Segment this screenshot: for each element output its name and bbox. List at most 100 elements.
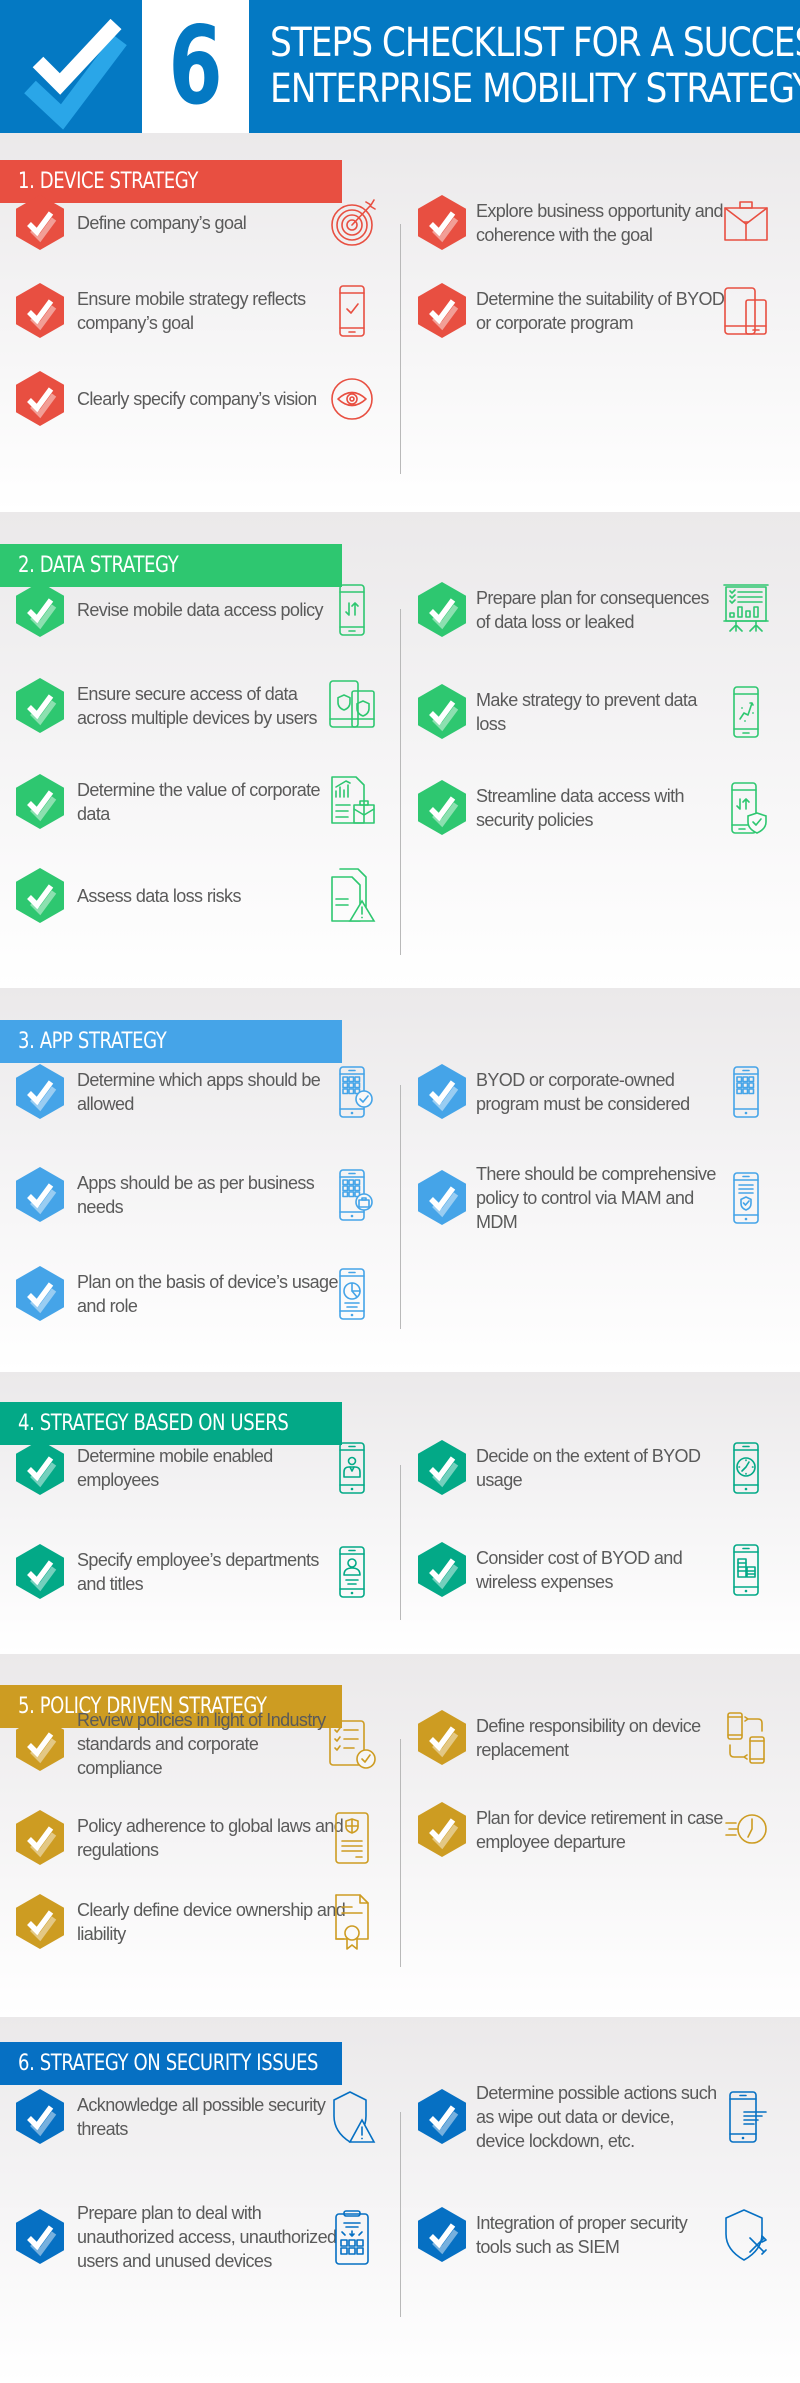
checklist-item: Prepare plan for consequences of data lo… bbox=[418, 582, 788, 638]
section-2: 2. DATA STRATEGY Revise mobile data acce… bbox=[0, 512, 800, 988]
phone-apps-briefcase-icon bbox=[328, 1166, 376, 1224]
checklist-item: Clearly define device ownership and liab… bbox=[16, 1894, 386, 1950]
phone-check-icon bbox=[328, 282, 376, 340]
checklist-item: Consider cost of BYOD and wireless expen… bbox=[418, 1542, 788, 1598]
tablet-phone-icon bbox=[722, 282, 770, 340]
document-warning-icon bbox=[328, 867, 376, 925]
section-title: 1. DEVICE STRATEGY bbox=[18, 169, 198, 194]
header-banner: 6 STEPS CHECKLIST FOR A SUCCESSFUL ENTER… bbox=[0, 0, 800, 133]
hexagon-check-icon bbox=[16, 1810, 64, 1865]
column-divider bbox=[400, 224, 401, 474]
checklist-item: Decide on the extent of BYOD usage bbox=[418, 1440, 788, 1496]
section-header: 4. STRATEGY BASED ON USERS bbox=[0, 1402, 342, 1445]
hexagon-check-icon bbox=[16, 582, 64, 637]
hexagon-check-icon bbox=[418, 283, 466, 338]
checklist-item-text: Define responsibility on device replacem… bbox=[476, 1716, 701, 1760]
section-1: 1. DEVICE STRATEGY Define company’s goal… bbox=[0, 133, 800, 512]
clipboard-grid-icon bbox=[328, 2208, 376, 2266]
checklist-item: Determine mobile enabled employees bbox=[16, 1440, 386, 1496]
hexagon-check-icon bbox=[16, 1167, 64, 1222]
checklist-item: Apps should be as per business needs bbox=[16, 1167, 386, 1223]
checklist-item-text: Ensure secure access of data across mult… bbox=[77, 684, 318, 728]
phone-apps-check-icon bbox=[328, 1063, 376, 1121]
checklist-item-text: Ensure mobile strategy reflects company’… bbox=[77, 289, 306, 333]
phone-wipe-icon bbox=[722, 2088, 770, 2146]
phone-profile-icon bbox=[328, 1543, 376, 1601]
hexagon-check-icon bbox=[418, 2089, 466, 2144]
hexagon-check-icon bbox=[418, 684, 466, 739]
checklist-item-text: Apps should be as per business needs bbox=[77, 1173, 315, 1217]
hexagon-check-icon bbox=[418, 1064, 466, 1119]
hexagon-check-icon bbox=[418, 582, 466, 637]
report-briefcase-icon bbox=[328, 773, 376, 831]
column-divider bbox=[400, 1465, 401, 1620]
hexagon-check-icon bbox=[16, 774, 64, 829]
checklist-item-text: There should be comprehensive policy to … bbox=[476, 1164, 716, 1232]
checklist-item: Determine possible actions such as wipe … bbox=[418, 2083, 788, 2151]
hexagon-check-icon bbox=[16, 1894, 64, 1949]
checklist-item: Prepare plan to deal with unauthorized a… bbox=[16, 2203, 386, 2271]
checklist-item-text: Acknowledge all possible security threat… bbox=[77, 2095, 326, 2139]
checklist-item: Define company’s goal bbox=[16, 195, 386, 251]
checklist-item: BYOD or corporate-owned program must be … bbox=[418, 1064, 788, 1120]
section-4: 4. STRATEGY BASED ON USERS Determine mob… bbox=[0, 1372, 800, 1654]
target-icon bbox=[328, 194, 376, 252]
hexagon-check-icon bbox=[418, 195, 466, 250]
section-5: 5. POLICY DRIVEN STRATEGY Review policie… bbox=[0, 1654, 800, 2017]
step-count-box: 6 bbox=[142, 0, 249, 133]
checklist-item-text: BYOD or corporate-owned program must be … bbox=[476, 1070, 690, 1114]
checklist-item-text: Assess data loss risks bbox=[77, 886, 241, 906]
hexagon-check-icon bbox=[418, 1440, 466, 1495]
phone-transfer-icon bbox=[328, 581, 376, 639]
checklist-item-text: Determine possible actions such as wipe … bbox=[476, 2083, 717, 2151]
checklist-item-text: Integration of proper security tools suc… bbox=[476, 2213, 688, 2257]
phone-coins-icon bbox=[722, 1541, 770, 1599]
policy-document-icon bbox=[328, 1809, 376, 1867]
section-header: 2. DATA STRATEGY bbox=[0, 544, 342, 587]
checklist-item: Ensure secure access of data across mult… bbox=[16, 678, 386, 734]
hexagon-check-icon bbox=[418, 1710, 466, 1765]
shield-tools-icon bbox=[722, 2206, 770, 2264]
devices-shield-icon bbox=[328, 677, 376, 735]
section-6: 6. STRATEGY ON SECURITY ISSUES Acknowled… bbox=[0, 2017, 800, 2383]
column-divider bbox=[400, 2112, 401, 2317]
device-swap-icon bbox=[722, 1709, 770, 1767]
checklist-item: Ensure mobile strategy reflects company’… bbox=[16, 283, 386, 339]
title-line-2: ENTERPRISE MOBILITY STRATEGY bbox=[270, 66, 800, 112]
section-title: 4. STRATEGY BASED ON USERS bbox=[18, 1411, 289, 1436]
phone-strategy-icon bbox=[722, 683, 770, 741]
section-3: 3. APP STRATEGY Determine which apps sho… bbox=[0, 988, 800, 1372]
checklist-item: Plan on the basis of device’s usage and … bbox=[16, 1266, 386, 1322]
hexagon-check-icon bbox=[16, 678, 64, 733]
page-title: STEPS CHECKLIST FOR A SUCCESSFUL ENTERPR… bbox=[270, 20, 800, 112]
checklist-item: Assess data loss risks bbox=[16, 868, 386, 924]
checklist-item: Plan for device retirement in case emplo… bbox=[418, 1802, 788, 1858]
checklist-item: Define responsibility on device replacem… bbox=[418, 1710, 788, 1766]
column-divider bbox=[400, 609, 401, 955]
phone-clock-icon bbox=[722, 1439, 770, 1497]
hexagon-check-icon bbox=[16, 1544, 64, 1599]
checklist-icon bbox=[328, 1715, 376, 1773]
section-header: 6. STRATEGY ON SECURITY ISSUES bbox=[0, 2042, 342, 2085]
checklist-item-text: Decide on the extent of BYOD usage bbox=[476, 1446, 701, 1490]
checklist-item: Acknowledge all possible security threat… bbox=[16, 2089, 386, 2145]
fast-clock-icon bbox=[722, 1801, 770, 1859]
phone-shield-transfer-icon bbox=[722, 779, 770, 837]
checklist-item-text: Clearly specify company’s vision bbox=[77, 389, 317, 409]
checklist-item: Determine the value of corporate data bbox=[16, 774, 386, 830]
column-divider bbox=[400, 1739, 401, 1967]
checklist-item-text: Specify employee’s departments and title… bbox=[77, 1550, 319, 1594]
hexagon-check-icon bbox=[16, 2089, 64, 2144]
briefcase-icon bbox=[722, 194, 770, 252]
column-divider bbox=[400, 1085, 401, 1329]
phone-policy-shield-icon bbox=[722, 1169, 770, 1227]
hexagon-check-icon bbox=[418, 2207, 466, 2262]
checklist-item: There should be comprehensive policy to … bbox=[418, 1164, 788, 1232]
checklist-item-text: Define company’s goal bbox=[77, 213, 247, 233]
checklist-item-text: Clearly define device ownership and liab… bbox=[77, 1900, 346, 1944]
eye-icon bbox=[328, 370, 376, 428]
checklist-item-text: Streamline data access with security pol… bbox=[476, 786, 685, 830]
checklist-item-text: Prepare plan for consequences of data lo… bbox=[476, 588, 709, 632]
hexagon-check-icon bbox=[16, 1266, 64, 1321]
section-title: 3. APP STRATEGY bbox=[18, 1029, 167, 1054]
